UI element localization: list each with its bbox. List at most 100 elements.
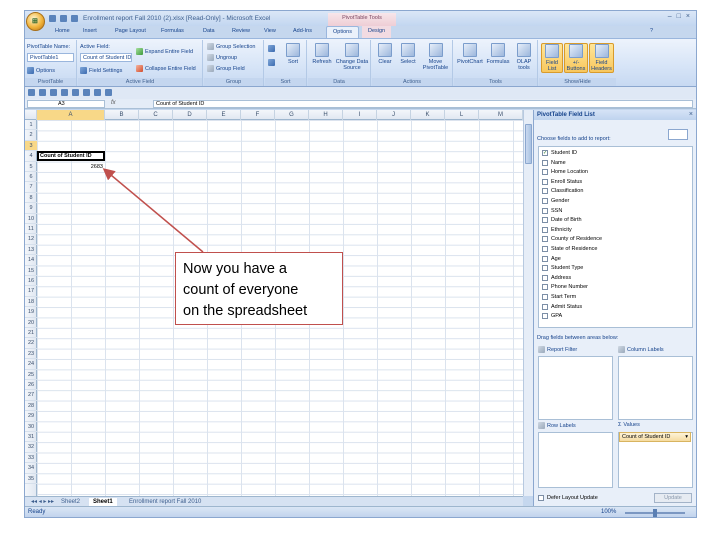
zoom-slider-knob[interactable]	[653, 509, 657, 517]
group-field-button[interactable]: Group Field	[207, 64, 245, 73]
ungroup-button[interactable]: Ungroup	[207, 53, 237, 62]
sheet-tab-sheet1[interactable]: Sheet1	[89, 498, 117, 506]
tab-add-ins[interactable]: Add-Ins	[293, 28, 312, 34]
field-checkbox[interactable]	[542, 188, 548, 195]
tab-data[interactable]: Data	[203, 28, 215, 34]
sheet-nav-arrows[interactable]: ◂◂ ◂ ▸ ▸▸	[27, 498, 58, 506]
report-filter-area[interactable]	[538, 356, 613, 420]
undo-icon[interactable]	[60, 15, 67, 22]
office-button[interactable]: ⊞	[26, 12, 45, 31]
field-item[interactable]: Student Type	[542, 265, 583, 272]
layout-dropdown-icon[interactable]	[668, 129, 688, 140]
vertical-scrollbar[interactable]	[523, 110, 533, 496]
name-box[interactable]: A3	[27, 100, 105, 108]
field-checkbox[interactable]	[542, 236, 548, 243]
field-item[interactable]: Enroll Status	[542, 178, 582, 185]
update-button[interactable]: Update	[654, 493, 692, 503]
field-item[interactable]: Phone Number	[542, 284, 588, 291]
pivotchart-button[interactable]: PivotChart	[456, 43, 484, 65]
field-item[interactable]: GPA	[542, 313, 562, 320]
field-checkbox[interactable]	[542, 207, 548, 214]
field-item[interactable]: Start Term	[542, 294, 576, 300]
field-headers-toggle[interactable]: Field Headers	[589, 43, 614, 73]
pane-close-icon[interactable]: ×	[689, 111, 693, 118]
field-checkbox[interactable]	[542, 284, 548, 291]
row-labels-area[interactable]	[538, 432, 613, 488]
field-checkbox[interactable]	[542, 169, 548, 176]
field-checkbox[interactable]	[542, 274, 548, 281]
field-item[interactable]: Ethnicity	[542, 226, 572, 233]
field-item[interactable]: Age	[542, 255, 561, 262]
formula-input[interactable]: Count of Student ID	[153, 100, 693, 108]
field-item[interactable]: State of Residence	[542, 246, 597, 252]
field-checkbox[interactable]	[542, 294, 548, 300]
field-checkbox[interactable]	[542, 303, 548, 310]
active-field-input[interactable]: Count of Student ID	[80, 53, 132, 62]
buttons-toggle[interactable]: +/- Buttons	[564, 43, 588, 73]
field-checkbox[interactable]	[542, 178, 548, 185]
tab-options[interactable]: Options	[326, 26, 359, 38]
values-field-count-student-id[interactable]: Count of Student ID ▾	[619, 432, 691, 442]
defer-layout-checkbox[interactable]: Defer Layout Update	[538, 495, 598, 501]
maximize-button[interactable]: □	[677, 13, 681, 20]
redo-icon[interactable]	[71, 15, 78, 22]
column-labels-area[interactable]	[618, 356, 693, 420]
move-pivottable-button[interactable]: Move PivotTable	[420, 43, 451, 71]
olap-tools-button[interactable]: OLAP tools	[512, 43, 536, 71]
field-settings-button[interactable]: Field Settings	[80, 66, 122, 75]
field-checkbox[interactable]	[542, 246, 548, 252]
field-checkbox[interactable]	[542, 198, 548, 204]
field-item[interactable]: Date of Birth	[542, 217, 582, 224]
tab-formulas[interactable]: Formulas	[161, 28, 184, 34]
group-selection-button[interactable]: Group Selection	[207, 42, 255, 51]
field-checkbox[interactable]	[542, 217, 548, 224]
expand-field-button[interactable]: Expand Entire Field	[136, 47, 193, 56]
undo-icon[interactable]	[39, 89, 46, 96]
field-item[interactable]: Name	[542, 159, 566, 166]
field-item[interactable]: County of Residence	[542, 236, 602, 243]
field-checkbox[interactable]	[542, 255, 548, 262]
redo-icon[interactable]	[50, 89, 57, 96]
save-icon[interactable]	[28, 89, 35, 96]
tab-review[interactable]: Review	[232, 28, 250, 34]
select-button[interactable]: Select	[397, 43, 419, 65]
save-icon[interactable]	[49, 15, 56, 22]
change-data-source-button[interactable]: Change Data Source	[335, 43, 369, 71]
table-icon[interactable]	[105, 89, 112, 96]
tab-page-layout[interactable]: Page Layout	[115, 28, 146, 34]
field-checkbox[interactable]	[542, 226, 548, 233]
filter-icon[interactable]	[72, 89, 79, 96]
sort-button[interactable]: Sort	[282, 43, 304, 65]
field-item[interactable]: SSN	[542, 207, 562, 214]
sort-za-button[interactable]	[268, 58, 275, 67]
minimize-button[interactable]: –	[668, 13, 672, 20]
clear-button[interactable]: Clear	[374, 43, 396, 65]
zoom-level[interactable]: 100%	[601, 509, 616, 515]
pivottable-options-button[interactable]: Options	[27, 66, 55, 75]
field-checkbox[interactable]	[542, 265, 548, 272]
tab-home[interactable]: Home	[55, 28, 70, 34]
defer-checkbox[interactable]	[538, 495, 544, 501]
sort-icon[interactable]	[83, 89, 90, 96]
tab-design[interactable]: Design	[362, 26, 392, 38]
print-icon[interactable]	[61, 89, 68, 96]
tab-view[interactable]: View	[264, 28, 276, 34]
sheet-tab-sheet2[interactable]: Sheet2	[57, 498, 84, 506]
close-button[interactable]: ×	[686, 13, 690, 20]
field-item[interactable]: Classification	[542, 188, 583, 195]
field-checkbox[interactable]	[542, 313, 548, 320]
field-item[interactable]: Gender	[542, 198, 569, 204]
tab-insert[interactable]: Insert	[83, 28, 97, 34]
refresh-button[interactable]: Refresh	[310, 43, 334, 65]
help-icon[interactable]: ?	[650, 28, 653, 34]
field-checkbox[interactable]	[542, 159, 548, 166]
scroll-thumb[interactable]	[525, 124, 532, 164]
collapse-field-button[interactable]: Collapse Entire Field	[136, 64, 196, 73]
sheet-tab-enrollment-report[interactable]: Enrollment report Fall 2010	[125, 498, 205, 506]
sort-az-button[interactable]	[268, 44, 275, 53]
field-item[interactable]: ✓ Student ID	[542, 150, 577, 156]
field-item[interactable]: Home Location	[542, 169, 588, 176]
formulas-button[interactable]: Formulas	[485, 43, 511, 65]
fx-icon[interactable]: fx	[111, 100, 116, 106]
field-checkbox[interactable]: ✓	[542, 150, 548, 156]
